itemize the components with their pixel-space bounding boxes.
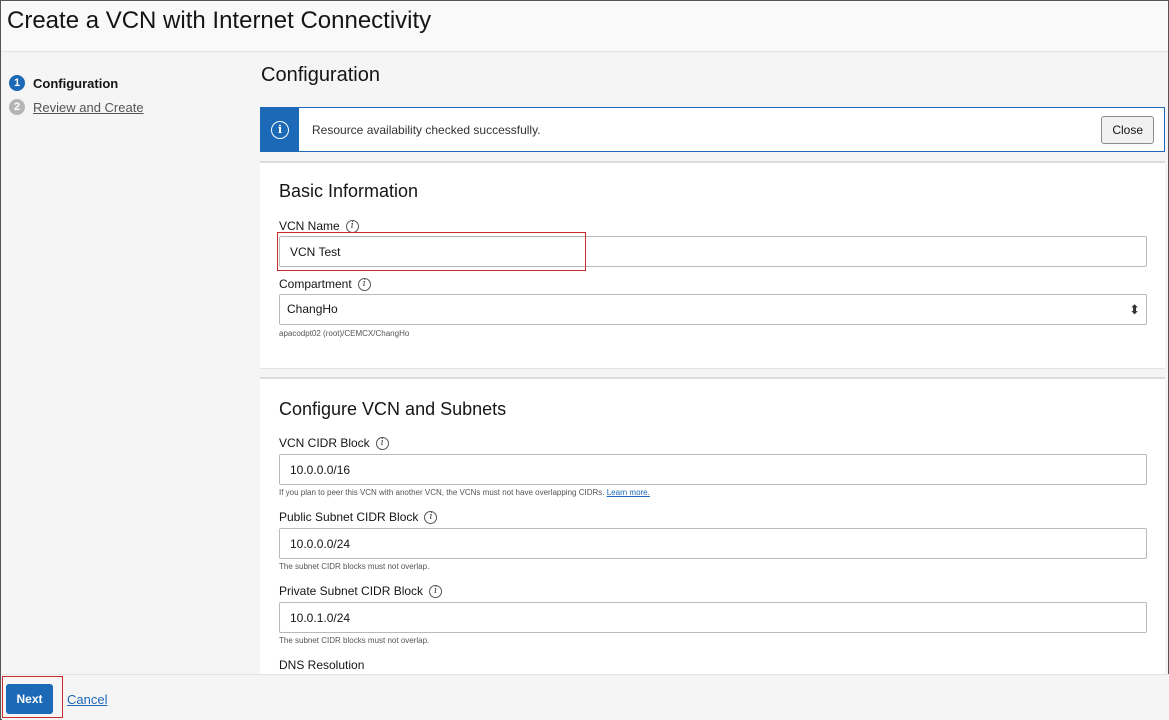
info-icon[interactable]: i xyxy=(424,510,438,524)
public-subnet-input[interactable] xyxy=(279,528,1147,559)
private-subnet-input[interactable] xyxy=(279,602,1147,633)
info-alert: i Resource availability checked successf… xyxy=(260,107,1165,152)
cancel-link[interactable]: Cancel xyxy=(67,692,107,707)
configure-vcn-card: Configure VCN and Subnets VCN CIDR Block… xyxy=(260,377,1165,674)
step-review-and-create[interactable]: 2 Review and Create xyxy=(9,95,239,119)
vcn-cidr-label: VCN CIDR Block i xyxy=(279,436,389,450)
card-title: Basic Information xyxy=(279,181,419,201)
alert-message: Resource availability checked successful… xyxy=(312,122,541,137)
vcn-name-input[interactable] xyxy=(279,236,1147,267)
basic-information-card: Basic Information VCN Name i Compartment… xyxy=(260,161,1165,369)
vcn-cidr-hint: If you plan to peer this VCN with anothe… xyxy=(279,488,650,497)
hint-text: If you plan to peer this VCN with anothe… xyxy=(279,488,605,497)
dialog-window: Create a VCN with Internet Connectivity … xyxy=(0,0,1169,720)
wizard-steps: 1 Configuration 2 Review and Create xyxy=(9,71,239,119)
dns-resolution-label: DNS Resolution xyxy=(279,658,364,672)
card-title: Configure VCN and Subnets xyxy=(279,399,507,419)
step-number: 2 xyxy=(9,99,25,115)
footer-bar: Next Cancel xyxy=(2,674,1169,720)
main-content[interactable]: Configuration i Resource availability ch… xyxy=(259,53,1166,674)
public-subnet-hint: The subnet CIDR blocks must not overlap. xyxy=(279,562,430,571)
label-text: Public Subnet CIDR Block xyxy=(279,510,419,524)
info-icon[interactable]: i xyxy=(345,219,359,233)
compartment-select[interactable]: ChangHo ⬍ xyxy=(279,294,1147,325)
step-label: Configuration xyxy=(33,75,119,91)
section-title: Configuration xyxy=(261,64,380,86)
label-text: VCN Name xyxy=(279,219,340,233)
info-icon[interactable]: i xyxy=(357,277,371,291)
next-button[interactable]: Next xyxy=(6,684,53,714)
private-subnet-label: Private Subnet CIDR Block i xyxy=(279,584,443,598)
chevron-updown-icon: ⬍ xyxy=(1129,302,1140,317)
learn-more-link[interactable]: Learn more. xyxy=(607,488,650,497)
vcn-cidr-input[interactable] xyxy=(279,454,1147,485)
title-bar: Create a VCN with Internet Connectivity xyxy=(1,1,1168,52)
close-button[interactable]: Close xyxy=(1101,116,1154,144)
label-text: Private Subnet CIDR Block xyxy=(279,584,424,598)
page-title: Create a VCN with Internet Connectivity xyxy=(7,7,432,34)
step-label: Review and Create xyxy=(33,99,144,115)
compartment-path: apacodpt02 (root)/CEMCX/ChangHo xyxy=(279,329,410,338)
public-subnet-label: Public Subnet CIDR Block i xyxy=(279,510,438,524)
vcn-name-label: VCN Name i xyxy=(279,219,359,233)
label-text: VCN CIDR Block xyxy=(279,436,370,450)
label-text: Compartment xyxy=(279,277,352,291)
step-configuration[interactable]: 1 Configuration xyxy=(9,71,239,95)
info-icon: i xyxy=(261,108,299,151)
info-icon[interactable]: i xyxy=(375,436,389,450)
select-value: ChangHo xyxy=(287,302,338,316)
label-text: DNS Resolution xyxy=(279,658,365,672)
info-icon[interactable]: i xyxy=(429,584,443,598)
private-subnet-hint: The subnet CIDR blocks must not overlap. xyxy=(279,636,430,645)
compartment-label: Compartment i xyxy=(279,277,371,291)
step-number: 1 xyxy=(9,75,25,91)
